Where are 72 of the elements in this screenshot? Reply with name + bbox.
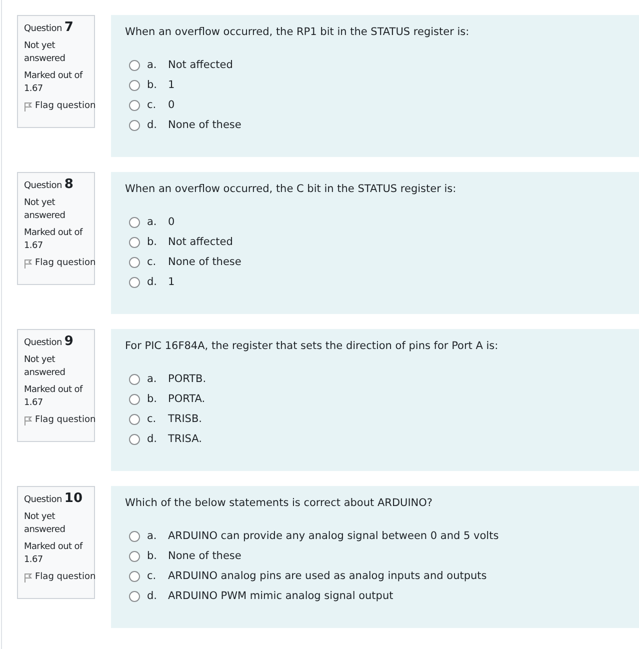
option-text: 0: [168, 99, 175, 111]
option-letter: d.: [147, 433, 158, 445]
option-text: TRISA.: [168, 433, 202, 445]
radio-button[interactable]: [129, 374, 140, 384]
question-text: When an overflow occurred, the C bit in the STATUS register is:: [125, 182, 458, 196]
option-text: Not affected: [168, 236, 233, 248]
question-marks: Marked out of 1.67: [24, 541, 84, 567]
option-letter: d.: [147, 276, 158, 288]
question-text: When an overflow occurred, the RP1 bit in the STATUS register is:: [125, 25, 470, 39]
question-number: Question 9: [24, 335, 74, 350]
option-text: 1: [168, 276, 175, 288]
option-letter: a.: [147, 373, 158, 385]
radio-button[interactable]: [129, 80, 140, 90]
option-letter: a.: [147, 530, 158, 542]
flag-question-button[interactable]: Flag question: [24, 571, 96, 584]
option-letter: c.: [147, 99, 158, 111]
option-letter: d.: [147, 590, 158, 602]
option-text: ARDUINO PWM mimic analog signal output: [168, 590, 394, 602]
radio-button[interactable]: [129, 414, 140, 424]
question-marks: Marked out of 1.67: [24, 384, 84, 410]
radio-button[interactable]: [129, 60, 140, 70]
option-text: PORTB.: [168, 373, 206, 385]
option-letter: a.: [147, 59, 158, 71]
question-status: Not yet answered: [24, 511, 66, 537]
question-status: Not yet answered: [24, 197, 66, 223]
option-text: None of these: [168, 256, 242, 268]
option-letter: b.: [147, 79, 158, 91]
radio-button[interactable]: [129, 256, 140, 268]
flag-question-button[interactable]: Flag question: [24, 414, 96, 427]
option-text: TRISB.: [168, 413, 202, 425]
flag-icon: [24, 258, 32, 268]
option-text: 0: [168, 216, 175, 228]
flag-question-button[interactable]: Flag question: [24, 257, 96, 270]
option-text: ARDUINO analog pins are used as analog inputs and outputs: [168, 570, 487, 582]
option-text: None of these: [168, 550, 242, 562]
radio-button[interactable]: [129, 570, 140, 582]
question-text: For PIC 16F84A, the register that sets the direction of pins for Port A is:: [125, 339, 500, 353]
flag-icon: [24, 416, 32, 426]
flag-icon: [24, 102, 32, 112]
radio-button[interactable]: [129, 394, 140, 404]
option-letter: b.: [147, 236, 158, 248]
option-letter: c.: [147, 256, 158, 268]
option-text: None of these: [168, 119, 242, 131]
question-number: Question 7: [24, 21, 74, 36]
radio-button[interactable]: [129, 120, 140, 130]
option-letter: b.: [147, 550, 158, 562]
option-letter: a.: [147, 216, 158, 228]
option-letter: c.: [147, 570, 158, 582]
question-number: Question 8: [24, 178, 74, 193]
radio-button[interactable]: [129, 550, 140, 562]
question-text: Which of the below statements is correct about ARDUINO?: [125, 496, 434, 510]
radio-button[interactable]: [129, 434, 140, 444]
radio-button[interactable]: [129, 100, 140, 110]
option-text: 1: [168, 79, 175, 91]
question-status: Not yet answered: [24, 40, 66, 66]
option-letter: c.: [147, 413, 158, 425]
option-text: ARDUINO can provide any analog signal between 0 and 5 volts: [168, 530, 499, 542]
flag-question-button[interactable]: Flag question: [24, 100, 96, 113]
option-letter: d.: [147, 119, 158, 131]
option-text: Not affected: [168, 59, 233, 71]
radio-button[interactable]: [129, 216, 140, 228]
question-status: Not yet answered: [24, 354, 66, 380]
radio-button[interactable]: [129, 236, 140, 248]
question-marks: Marked out of 1.67: [24, 227, 84, 253]
radio-button[interactable]: [129, 276, 140, 288]
radio-button[interactable]: [129, 590, 140, 602]
option-letter: b.: [147, 393, 158, 405]
flag-icon: [24, 572, 32, 582]
radio-button[interactable]: [129, 530, 140, 542]
option-text: PORTA.: [168, 393, 206, 405]
question-marks: Marked out of 1.67: [24, 70, 84, 96]
question-number: Question 10: [24, 492, 84, 507]
